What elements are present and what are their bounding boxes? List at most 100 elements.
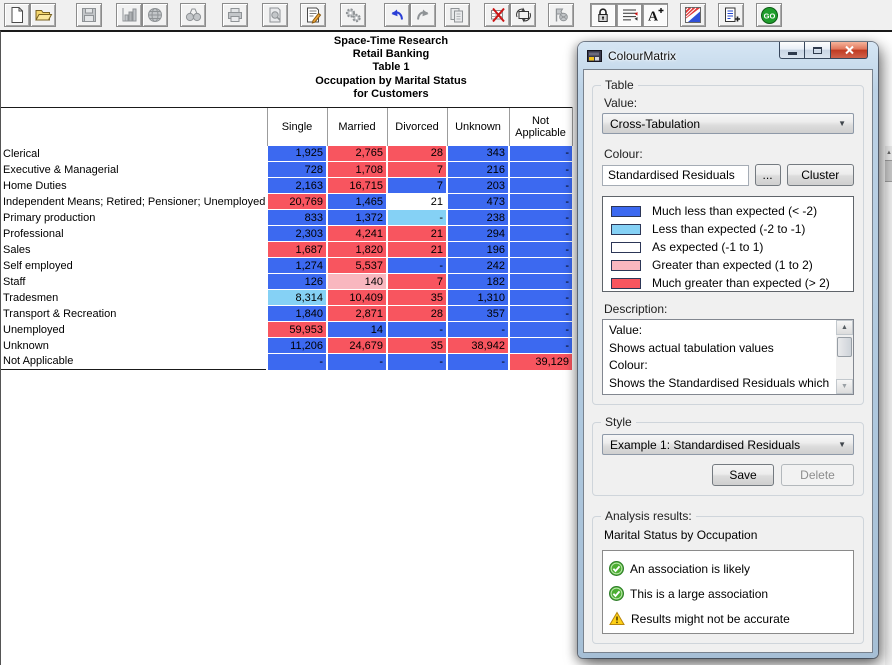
value-cell[interactable]: 1,465 — [327, 194, 387, 210]
value-cell[interactable]: 39,129 — [509, 354, 572, 370]
row-label[interactable]: Tradesmen — [1, 290, 267, 306]
value-cell[interactable]: 2,163 — [267, 178, 327, 194]
row-label[interactable]: Sales — [1, 242, 267, 258]
value-cell[interactable]: - — [509, 146, 572, 162]
value-cell[interactable]: - — [509, 338, 572, 354]
delete-rows-button[interactable] — [484, 3, 510, 27]
value-cell[interactable]: 20,769 — [267, 194, 327, 210]
lock-button[interactable] — [590, 3, 616, 27]
value-cell[interactable]: 203 — [447, 178, 509, 194]
value-cell[interactable]: - — [509, 258, 572, 274]
value-cell[interactable]: - — [509, 226, 572, 242]
undo-button[interactable] — [384, 3, 410, 27]
go-button[interactable]: GO — [756, 3, 782, 27]
row-format-button[interactable] — [616, 3, 642, 27]
value-cell[interactable]: 21 — [387, 242, 447, 258]
value-cell[interactable]: 7 — [387, 274, 447, 290]
scroll-up-icon[interactable]: ▲ — [836, 320, 853, 335]
value-cell[interactable]: 238 — [447, 210, 509, 226]
value-cell[interactable]: - — [327, 354, 387, 370]
row-label[interactable]: Primary production — [1, 210, 267, 226]
row-label[interactable]: Executive & Managerial — [1, 162, 267, 178]
value-cell[interactable]: 1,925 — [267, 146, 327, 162]
value-cell[interactable]: 1,687 — [267, 242, 327, 258]
value-cell[interactable]: - — [509, 290, 572, 306]
value-cell[interactable]: 59,953 — [267, 322, 327, 338]
value-cell[interactable]: 16,715 — [327, 178, 387, 194]
value-cell[interactable]: 28 — [387, 306, 447, 322]
row-label[interactable]: Self employed — [1, 258, 267, 274]
value-cell[interactable]: - — [509, 178, 572, 194]
row-label[interactable]: Clerical — [1, 146, 267, 162]
value-cell[interactable]: - — [447, 354, 509, 370]
column-header[interactable]: Married — [327, 108, 387, 146]
column-header[interactable]: Not Applicable — [509, 108, 572, 146]
value-cell[interactable]: 4,241 — [327, 226, 387, 242]
value-cell[interactable]: 10,409 — [327, 290, 387, 306]
value-select[interactable]: Cross-Tabulation ▼ — [602, 113, 854, 134]
save-button[interactable]: Save — [712, 464, 774, 486]
value-cell[interactable]: 833 — [267, 210, 327, 226]
value-cell[interactable]: 1,274 — [267, 258, 327, 274]
value-cell[interactable]: - — [267, 354, 327, 370]
value-cell[interactable]: 38,942 — [447, 338, 509, 354]
value-cell[interactable]: - — [509, 274, 572, 290]
row-label[interactable]: Unemployed — [1, 322, 267, 338]
row-label[interactable]: Staff — [1, 274, 267, 290]
cluster-button[interactable]: Cluster — [787, 164, 854, 186]
scrollbar-thumb[interactable] — [885, 160, 892, 182]
value-cell[interactable]: 35 — [387, 290, 447, 306]
value-cell[interactable]: - — [509, 162, 572, 178]
value-cell[interactable]: 1,310 — [447, 290, 509, 306]
row-label[interactable]: Transport & Recreation — [1, 306, 267, 322]
value-cell[interactable]: 2,871 — [327, 306, 387, 322]
colour-input[interactable]: Standardised Residuals — [602, 165, 749, 186]
value-cell[interactable]: 7 — [387, 178, 447, 194]
value-cell[interactable]: 294 — [447, 226, 509, 242]
main-vertical-scrollbar[interactable]: ▲ — [885, 146, 892, 665]
rotate-table-button[interactable] — [510, 3, 536, 27]
value-cell[interactable]: - — [447, 322, 509, 338]
colour-matrix-button[interactable] — [680, 3, 706, 27]
value-cell[interactable]: 11,206 — [267, 338, 327, 354]
minimize-button[interactable] — [779, 42, 805, 59]
value-cell[interactable]: - — [509, 322, 572, 338]
value-cell[interactable]: 2,303 — [267, 226, 327, 242]
value-cell[interactable]: 1,840 — [267, 306, 327, 322]
value-cell[interactable]: 21 — [387, 194, 447, 210]
description-scrollbar[interactable]: ▲ ▼ — [836, 320, 853, 394]
row-label[interactable]: Professional — [1, 226, 267, 242]
value-cell[interactable]: 182 — [447, 274, 509, 290]
value-cell[interactable]: 1,708 — [327, 162, 387, 178]
scrollbar-thumb[interactable] — [837, 337, 852, 357]
open-file-button[interactable] — [30, 3, 56, 27]
dialog-titlebar[interactable]: ColourMatrix — [578, 42, 878, 69]
value-cell[interactable]: - — [387, 258, 447, 274]
value-cell[interactable]: - — [509, 306, 572, 322]
value-cell[interactable]: 473 — [447, 194, 509, 210]
row-label[interactable]: Unknown — [1, 338, 267, 354]
value-cell[interactable]: - — [509, 210, 572, 226]
row-label[interactable]: Not Applicable — [1, 354, 267, 370]
column-header[interactable]: Single — [267, 108, 327, 146]
edit-table-button[interactable] — [300, 3, 326, 27]
value-cell[interactable]: - — [387, 210, 447, 226]
value-cell[interactable]: 140 — [327, 274, 387, 290]
value-cell[interactable]: 1,820 — [327, 242, 387, 258]
close-button[interactable] — [831, 42, 868, 59]
value-cell[interactable]: - — [509, 242, 572, 258]
value-cell[interactable]: 8,314 — [267, 290, 327, 306]
value-cell[interactable]: 357 — [447, 306, 509, 322]
value-cell[interactable]: 21 — [387, 226, 447, 242]
value-cell[interactable]: 24,679 — [327, 338, 387, 354]
value-cell[interactable]: - — [509, 194, 572, 210]
value-cell[interactable]: 126 — [267, 274, 327, 290]
value-cell[interactable]: 196 — [447, 242, 509, 258]
new-document-button[interactable] — [4, 3, 30, 27]
scroll-down-icon[interactable]: ▼ — [836, 379, 853, 394]
style-select[interactable]: Example 1: Standardised Residuals ▼ — [602, 434, 854, 455]
value-cell[interactable]: 1,372 — [327, 210, 387, 226]
value-cell[interactable]: - — [387, 322, 447, 338]
value-cell[interactable]: 7 — [387, 162, 447, 178]
column-header[interactable]: Divorced — [387, 108, 447, 146]
